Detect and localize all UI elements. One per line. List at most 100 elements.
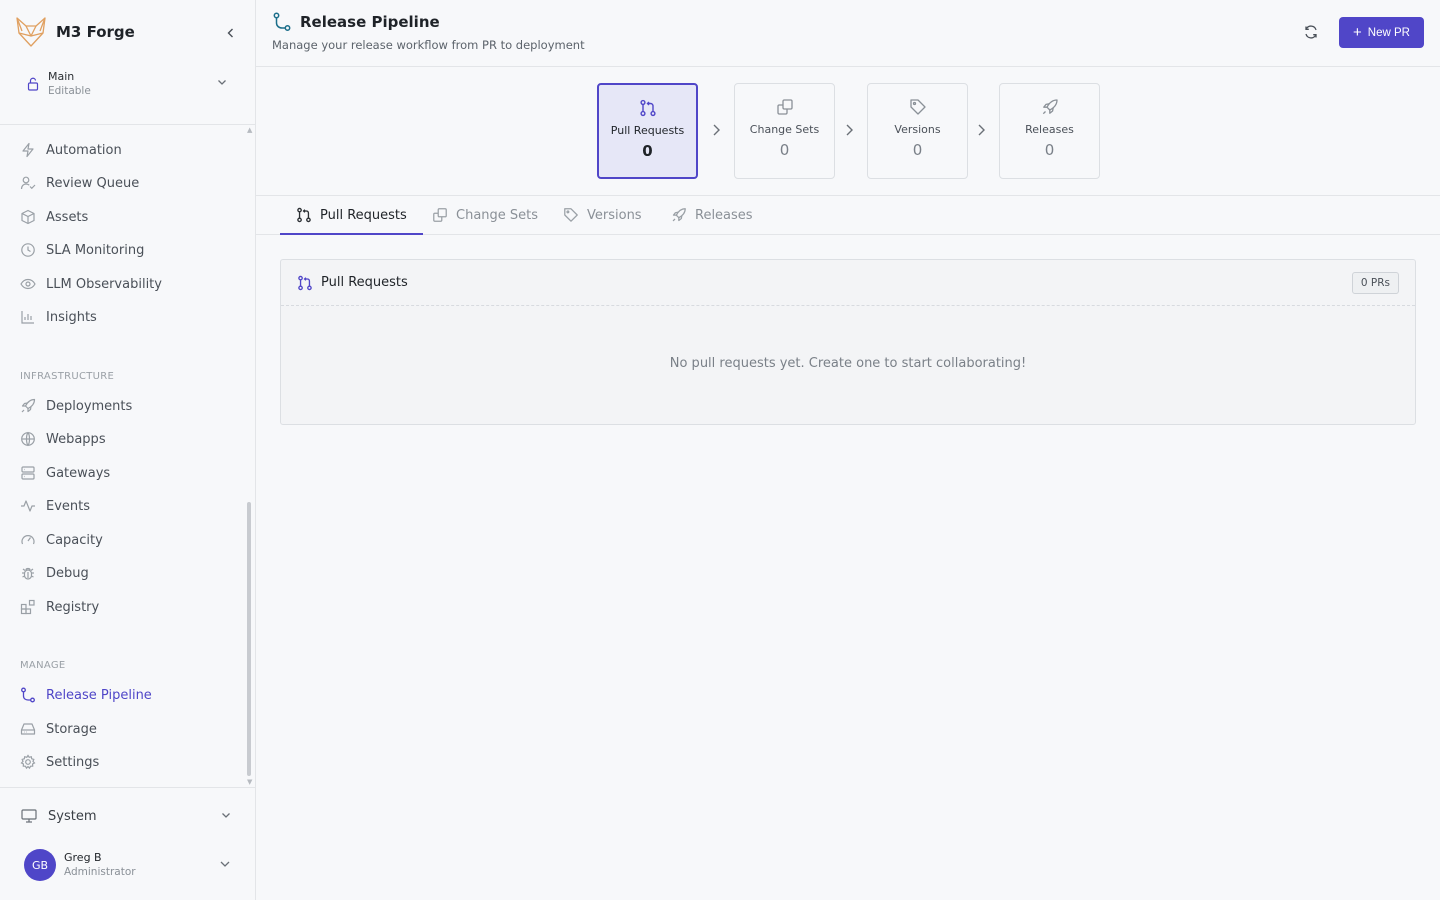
sidebar-item-label: Release Pipeline: [46, 687, 152, 703]
sidebar-item-deployments[interactable]: Deployments: [20, 395, 240, 417]
tab-versions[interactable]: Versions: [547, 196, 658, 234]
system-menu[interactable]: System: [20, 804, 236, 828]
tab-label: Change Sets: [456, 207, 539, 223]
sidebar-item-llm-observability[interactable]: LLM Observability: [20, 273, 240, 295]
pull-requests-panel: Pull Requests 0 PRs No pull requests yet…: [280, 259, 1416, 425]
sidebar-item-label: SLA Monitoring: [46, 242, 145, 258]
sidebar-item-release-pipeline[interactable]: Release Pipeline: [20, 684, 240, 706]
git-pull-request-icon: [639, 99, 657, 117]
new-pr-button[interactable]: + New PR: [1339, 17, 1424, 48]
tab-label: Versions: [587, 207, 642, 223]
bar-chart-icon: [20, 309, 36, 325]
plus-icon: +: [1353, 24, 1362, 41]
sidebar-item-label: LLM Observability: [46, 276, 162, 292]
sidebar-item-sla-monitoring[interactable]: SLA Monitoring: [20, 239, 240, 261]
sidebar-item-label: Review Queue: [46, 175, 140, 191]
page-subtitle: Manage your release workflow from PR to …: [272, 38, 585, 52]
fox-logo-icon: [14, 15, 48, 49]
sidebar-item-debug[interactable]: Debug: [20, 562, 240, 584]
gear-icon: [20, 754, 36, 770]
panel-header: Pull Requests 0 PRs: [281, 260, 1415, 306]
sidebar-item-settings[interactable]: Settings: [20, 751, 240, 773]
user-check-icon: [20, 175, 36, 191]
sidebar-item-insights[interactable]: Insights: [20, 306, 240, 328]
scroll-down-icon[interactable]: ▼: [247, 778, 252, 786]
sidebar-item-label: Registry: [46, 599, 100, 615]
nav-heading-manage: MANAGE: [20, 660, 66, 671]
sidebar-item-storage[interactable]: Storage: [20, 718, 240, 740]
sidebar: M3 Forge Main Editable Automation Review…: [0, 0, 256, 900]
workspace-status: Editable: [48, 85, 91, 97]
monitor-icon: [20, 808, 38, 824]
sidebar-item-label: Gateways: [46, 465, 111, 481]
refresh-icon: [1305, 25, 1317, 39]
stage-card-pull-requests[interactable]: Pull Requests 0: [597, 83, 698, 179]
sidebar-item-registry[interactable]: Registry: [20, 596, 240, 618]
rocket-icon: [20, 398, 36, 414]
sidebar-divider: [0, 787, 255, 788]
server-icon: [20, 465, 36, 481]
stage-card-releases[interactable]: Releases 0: [999, 83, 1100, 179]
chevron-right-icon: [713, 124, 720, 136]
bug-icon: [20, 565, 36, 581]
collapse-sidebar-button[interactable]: [220, 22, 242, 44]
box-icon: [20, 209, 36, 225]
rocket-icon: [1041, 98, 1059, 116]
tab-pull-requests[interactable]: Pull Requests: [280, 196, 423, 235]
route-icon: [20, 687, 36, 703]
sidebar-item-webapps[interactable]: Webapps: [20, 428, 240, 450]
user-role: Administrator: [64, 866, 136, 878]
stage-count: 0: [642, 142, 653, 160]
sidebar-item-label: Automation: [46, 142, 122, 158]
avatar: GB: [24, 849, 56, 881]
sidebar-item-label: Events: [46, 498, 91, 514]
sidebar-scrollbar[interactable]: ▲ ▼: [246, 126, 254, 786]
chevron-down-icon: [218, 857, 232, 871]
chevron-down-icon: [216, 76, 228, 88]
new-pr-label: New PR: [1367, 26, 1410, 39]
clock-icon: [20, 242, 36, 258]
page-header: Release Pipeline Manage your release wor…: [256, 0, 1440, 67]
copy-icon: [776, 98, 794, 116]
sidebar-item-automation[interactable]: Automation: [20, 139, 240, 161]
pipeline-stages: Pull Requests 0 Change Sets 0 Versions 0…: [256, 67, 1440, 196]
stage-card-versions[interactable]: Versions 0: [867, 83, 968, 179]
sidebar-item-label: Assets: [46, 209, 89, 225]
sidebar-item-review-queue[interactable]: Review Queue: [20, 172, 240, 194]
app-name: M3 Forge: [56, 23, 135, 41]
user-menu[interactable]: GB Greg B Administrator: [24, 848, 240, 882]
stage-card-change-sets[interactable]: Change Sets 0: [734, 83, 835, 179]
brand[interactable]: M3 Forge: [14, 14, 242, 50]
sidebar-item-label: Storage: [46, 721, 97, 737]
sidebar-item-label: Capacity: [46, 532, 103, 548]
chevron-down-icon: [220, 809, 232, 821]
pr-count-badge: 0 PRs: [1351, 272, 1399, 294]
stage-count: 0: [779, 141, 790, 159]
sidebar-item-label: Webapps: [46, 431, 106, 447]
sidebar-item-assets[interactable]: Assets: [20, 206, 240, 228]
tab-change-sets[interactable]: Change Sets: [416, 196, 554, 234]
copy-icon: [432, 207, 448, 223]
sidebar-item-gateways[interactable]: Gateways: [20, 462, 240, 484]
stage-label: Versions: [894, 123, 941, 136]
workspace-switcher[interactable]: Main Editable: [14, 62, 242, 106]
zap-icon: [20, 142, 36, 158]
scroll-up-icon[interactable]: ▲: [247, 126, 252, 134]
sidebar-item-label: Insights: [46, 309, 97, 325]
sidebar-item-events[interactable]: Events: [20, 495, 240, 517]
gauge-icon: [20, 532, 36, 548]
rocket-icon: [671, 207, 687, 223]
stage-count: 0: [1044, 141, 1055, 159]
tab-releases[interactable]: Releases: [655, 196, 769, 234]
sidebar-item-label: Deployments: [46, 398, 133, 414]
activity-icon: [20, 498, 36, 514]
panel-title: Pull Requests: [321, 275, 408, 290]
refresh-button[interactable]: [1302, 23, 1320, 41]
sidebar-divider: [0, 124, 255, 125]
chevron-right-icon: [978, 124, 985, 136]
scrollbar-thumb[interactable]: [247, 502, 251, 776]
chevron-right-icon: [846, 124, 853, 136]
tab-label: Releases: [695, 207, 753, 223]
chevron-left-icon: [227, 28, 233, 38]
sidebar-item-capacity[interactable]: Capacity: [20, 529, 240, 551]
